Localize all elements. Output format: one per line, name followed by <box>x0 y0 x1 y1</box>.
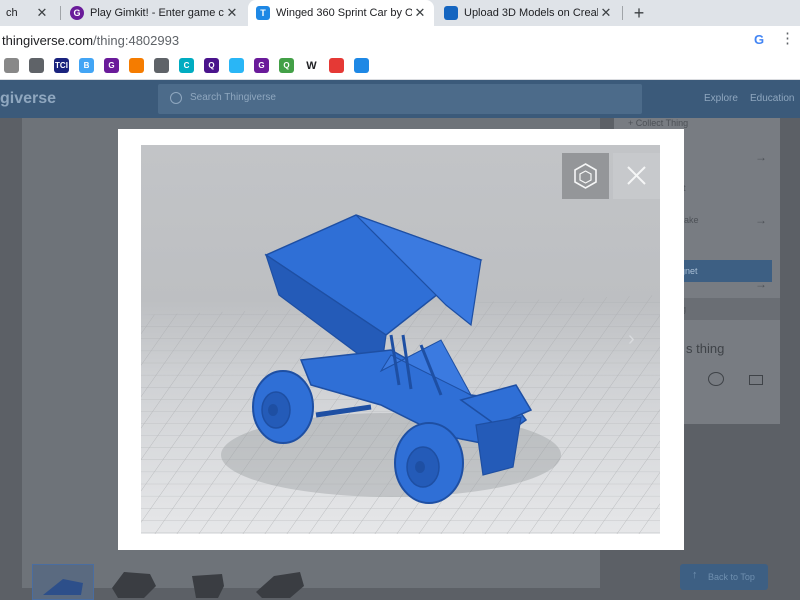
site-logo[interactable]: giverse <box>0 90 56 108</box>
q-icon[interactable]: Q <box>279 58 294 73</box>
tci-icon[interactable]: TCI <box>54 58 69 73</box>
tab-separator <box>60 6 61 20</box>
close-lightbox-button[interactable] <box>613 153 660 199</box>
whatsapp-icon[interactable] <box>708 372 724 386</box>
cube-icon <box>574 163 597 189</box>
image-icon[interactable] <box>29 58 44 73</box>
url-path: /thing:4802993 <box>93 32 180 48</box>
url-text[interactable]: thingiverse.com/thing:4802993 <box>2 33 179 48</box>
tab-partial[interactable]: ch ✕ <box>0 0 56 26</box>
mail-icon[interactable] <box>749 375 763 385</box>
bookmarks-bar <box>0 54 800 80</box>
tab-label: Play Gimkit! - Enter game code h <box>90 7 224 19</box>
panel-item[interactable]: ake <box>684 215 699 225</box>
quizlet-icon[interactable]: Q <box>204 58 219 73</box>
site-header: giverse Search Thingiverse Explore Educa… <box>0 80 800 118</box>
thumbnail[interactable] <box>104 564 166 600</box>
tab-creality[interactable]: Upload 3D Models on Creality C ✕ <box>436 0 620 26</box>
address-bar[interactable]: thingiverse.com/thing:4802993 <box>0 26 800 54</box>
back-to-top-button[interactable]: ↑ Back to Top <box>680 564 768 590</box>
search-icon <box>170 92 182 104</box>
gimkit-icon: G <box>70 6 84 20</box>
b-icon[interactable] <box>229 58 244 73</box>
back-to-top-label: Back to Top <box>708 572 755 582</box>
b-icon[interactable]: B <box>79 58 94 73</box>
search-placeholder: Search Thingiverse <box>190 92 276 103</box>
sprint-car-render <box>141 214 660 534</box>
grid-icon[interactable] <box>329 58 344 73</box>
nav-explore[interactable]: Explore <box>704 93 738 104</box>
google-icon[interactable]: G <box>754 32 764 47</box>
thingiverse-icon: T <box>256 6 270 20</box>
collect-thing[interactable]: + Collect Thing <box>628 118 688 128</box>
menu-icon[interactable]: ⋮ <box>780 29 795 47</box>
url-host: thingiverse.com <box>2 32 94 48</box>
tab-strip: ch ✕ G Play Gimkit! - Enter game code h … <box>0 0 800 26</box>
bookmark-icon[interactable] <box>4 58 19 73</box>
tab-thingiverse[interactable]: T Winged 360 Sprint Car by OUTLA ✕ <box>248 0 434 26</box>
tab-label: Winged 360 Sprint Car by OUTLA <box>276 7 412 19</box>
thumbnail[interactable] <box>32 564 94 600</box>
close-icon[interactable]: ✕ <box>412 5 428 21</box>
close-icon <box>627 166 646 185</box>
next-image-arrow[interactable]: › <box>628 328 635 351</box>
creality-icon <box>444 6 458 20</box>
close-icon[interactable]: ✕ <box>598 5 614 21</box>
nav-education[interactable]: Education <box>750 93 794 104</box>
close-icon[interactable]: ✕ <box>34 5 50 21</box>
tab-label: ch <box>6 7 18 19</box>
thumbnail[interactable] <box>250 564 312 600</box>
fox-icon[interactable] <box>129 58 144 73</box>
gimkit-icon[interactable]: G <box>104 58 119 73</box>
heart-icon[interactable] <box>354 58 369 73</box>
new-tab-button[interactable]: + <box>628 2 650 24</box>
tab-label: Upload 3D Models on Creality C <box>464 7 598 19</box>
w-icon[interactable]: W <box>304 58 319 73</box>
tab-gimkit[interactable]: G Play Gimkit! - Enter game code h ✕ <box>62 0 246 26</box>
arrow-up-icon: ↑ <box>692 569 698 581</box>
thumbnail[interactable] <box>180 564 242 600</box>
c-icon[interactable]: C <box>179 58 194 73</box>
gimkit-icon[interactable]: G <box>254 58 269 73</box>
model-image[interactable] <box>141 145 660 534</box>
tab-separator <box>622 6 623 20</box>
section-ribbon: ing <box>672 298 780 320</box>
view-3d-button[interactable] <box>562 153 609 199</box>
arrow-right-icon[interactable]: → <box>755 213 767 227</box>
image-icon[interactable] <box>154 58 169 73</box>
arrow-right-icon[interactable]: → <box>755 150 767 164</box>
share-title: s thing <box>686 341 725 356</box>
close-icon[interactable]: ✕ <box>224 5 240 21</box>
download-button[interactable]: gnet <box>680 260 772 282</box>
site-search-input[interactable]: Search Thingiverse <box>158 84 642 114</box>
